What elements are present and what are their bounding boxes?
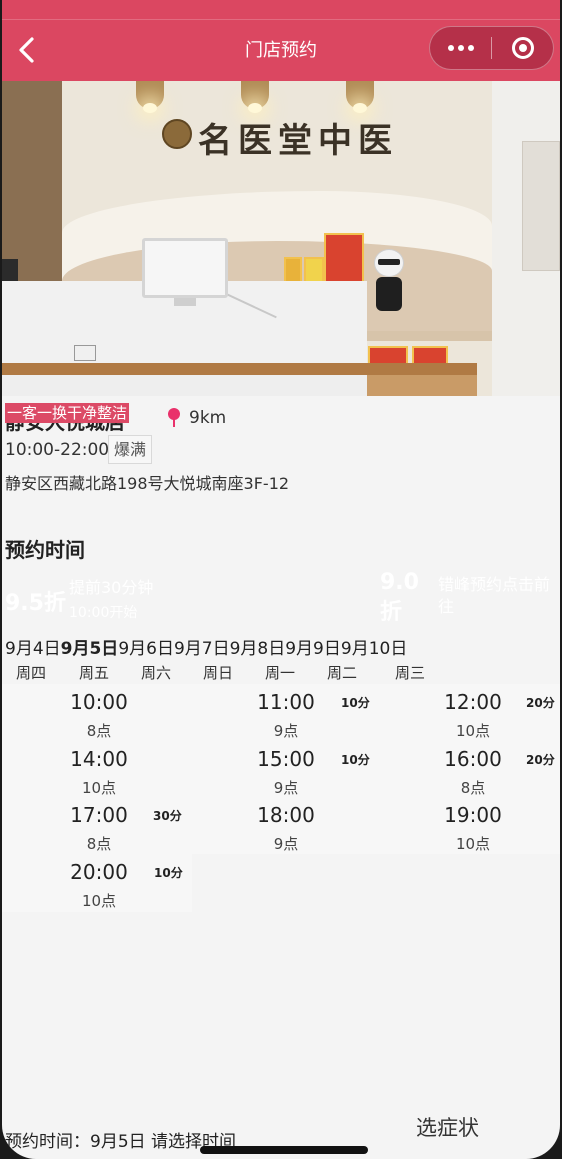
time-slot[interactable]: 14:00 10点: [4, 741, 190, 797]
slot-points: 10点: [455, 722, 491, 740]
weekday-label: 周六: [141, 664, 172, 682]
slot-time: 19:00: [444, 803, 502, 827]
slot-discount: 20分: [526, 753, 555, 767]
close-miniprogram-button[interactable]: [492, 27, 553, 69]
slot-points: 8点: [86, 835, 112, 853]
weekday-label: 周四: [16, 664, 47, 682]
date-tab[interactable]: 9月9日: [285, 634, 341, 659]
store-sign: 名医堂中医: [198, 121, 398, 161]
date-tab[interactable]: 9月6日: [118, 634, 174, 659]
slot-time: 18:00: [257, 803, 315, 827]
discount-percent-2[interactable]: 9.0折: [380, 568, 424, 628]
status-bar: [2, 0, 560, 20]
home-indicator: [200, 1146, 368, 1154]
time-slot[interactable]: 15:00 9点 10分: [191, 741, 377, 797]
time-slot[interactable]: 10:00 8点: [4, 684, 190, 740]
time-slot[interactable]: 16:00 8点 20分: [378, 741, 560, 797]
slot-points: 9点: [273, 722, 299, 740]
time-slot[interactable]: 19:00 10点: [378, 797, 560, 853]
date-tab[interactable]: 9月10日: [341, 634, 407, 659]
slot-discount: 10分: [341, 753, 370, 767]
brand-logo-icon: [162, 119, 192, 149]
app-screen: 门店预约 名医堂中医 一客一换干净整洁 9km 10:00-22:00 爆满 静…: [2, 0, 560, 1159]
date-tab[interactable]: 9月8日: [230, 634, 286, 659]
weekday-label: 周一: [265, 664, 296, 682]
store-photo: 名医堂中医: [2, 81, 560, 396]
slot-time: 10:00: [70, 690, 128, 714]
slot-points: 10点: [81, 779, 117, 797]
select-symptom-button[interactable]: 选症状: [416, 1112, 479, 1142]
time-slot[interactable]: 18:00 9点: [191, 797, 377, 853]
weekday-label: 周三: [395, 664, 426, 682]
slot-points: 10点: [81, 892, 117, 910]
target-circle-icon: [511, 37, 534, 59]
bear-figure: [374, 249, 404, 319]
time-slot[interactable]: 17:00 8点 30分: [4, 797, 190, 853]
slot-points: 8点: [86, 722, 112, 740]
weekday-label: 周日: [203, 664, 234, 682]
mini-program-capsule: [429, 26, 554, 70]
weekday-label: 周五: [79, 664, 110, 682]
slot-discount: 30分: [153, 809, 182, 823]
store-address: 静安区西藏北路198号大悦城南座3F-12: [5, 474, 290, 493]
status-badge: 爆满: [108, 435, 153, 464]
date-tab[interactable]: 9月7日: [174, 634, 230, 659]
time-slot[interactable]: 12:00 10点 20分: [378, 684, 560, 740]
slot-time: 14:00: [70, 747, 128, 771]
store-hours: 10:00-22:00: [5, 440, 110, 460]
date-tab-selected[interactable]: 9月5日: [61, 634, 119, 659]
more-button[interactable]: [430, 27, 491, 69]
store-distance[interactable]: 9km: [167, 408, 226, 428]
time-slot[interactable]: 11:00 9点 10分: [191, 684, 377, 740]
discount-line2-1: 10:00开始: [69, 605, 138, 621]
slot-points: 10点: [455, 835, 491, 853]
promo-tag: 一客一换干净整洁: [5, 403, 130, 423]
more-dots-icon: [447, 45, 454, 51]
discount-percent-1[interactable]: 9.5折: [5, 585, 66, 617]
weekday-row: 周四 周五 周六 周日 周一 周二 周三: [2, 662, 462, 684]
slot-discount: 10分: [154, 866, 183, 880]
weekday-label: 周二: [327, 664, 358, 682]
date-tab[interactable]: 9月4日: [5, 634, 61, 659]
location-pin-icon: [167, 408, 181, 428]
slot-discount: 20分: [526, 696, 555, 710]
discount-line1-2: 错峰预约点击前往: [438, 575, 551, 616]
nav-bar: 门店预约: [2, 20, 560, 81]
time-slot[interactable]: 20:00 10点 10分: [4, 854, 190, 910]
discount-line1-1: 提前30分钟: [69, 578, 154, 597]
monitor: [142, 238, 228, 298]
section-title: 预约时间: [5, 538, 85, 562]
date-tabs: 9月4日 9月5日 9月6日 9月7日 9月8日 9月9日 9月10日: [5, 634, 407, 659]
slot-points: 8点: [460, 779, 486, 797]
slot-points: 9点: [273, 835, 299, 853]
slot-discount: 10分: [341, 696, 370, 710]
distance-text: 9km: [189, 408, 227, 428]
slot-points: 9点: [273, 779, 299, 797]
